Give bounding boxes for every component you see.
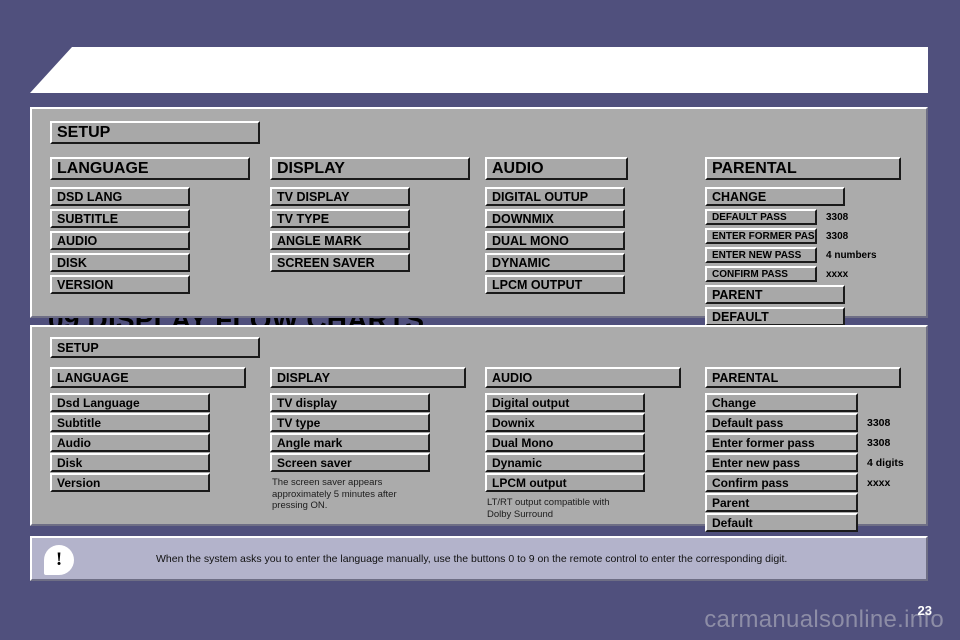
menu-item-audio[interactable]: AUDIO bbox=[50, 231, 190, 250]
watermark: carmanualsonline.info bbox=[704, 606, 944, 633]
menu-item-downmix[interactable]: DOWNMIX bbox=[485, 209, 625, 228]
menu-header-display[interactable]: DISPLAY bbox=[270, 157, 470, 180]
menu-item-confirm-pass[interactable]: Confirm pass bbox=[705, 473, 858, 492]
menu-item-dual-mono[interactable]: Dual Mono bbox=[485, 433, 645, 452]
menu-item-dynamic[interactable]: DYNAMIC bbox=[485, 253, 625, 272]
note-text: When the system asks you to enter the la… bbox=[156, 552, 788, 565]
menu-header-audio[interactable]: AUDIO bbox=[485, 157, 628, 180]
upper-flow-chart-panel: SETUP LANGUAGE DSD LANG SUBTITLE AUDIO DISK VE… bbox=[30, 107, 928, 326]
menu-value-enter-former-pass: 3308 bbox=[867, 437, 891, 449]
note-bar: ! When the system asks you to enter the … bbox=[30, 536, 928, 581]
menu-value-confirm-pass: xxxx bbox=[826, 268, 849, 280]
menu-item-tv-type[interactable]: TV type bbox=[270, 413, 430, 432]
exclamation-icon: ! bbox=[44, 545, 74, 575]
menu-item-tv-type[interactable]: TV TYPE bbox=[270, 209, 410, 228]
menu-item-version[interactable]: Version bbox=[50, 473, 210, 492]
menu-header-language[interactable]: LANGUAGE bbox=[50, 157, 250, 180]
menu-item-default[interactable]: DEFAULT bbox=[705, 307, 845, 326]
menu-item-angle-mark[interactable]: ANGLE MARK bbox=[270, 231, 410, 250]
menu-item-disk[interactable]: DISK bbox=[50, 253, 190, 272]
menu-item-digital-output[interactable]: Digital output bbox=[485, 393, 645, 412]
menu-header-parental[interactable]: PARENTAL bbox=[705, 157, 901, 180]
menu-header-language[interactable]: LANGUAGE bbox=[50, 367, 246, 388]
menu-root-setup[interactable]: SETUP bbox=[50, 121, 260, 144]
menu-value-enter-new-pass: 4 numbers bbox=[826, 249, 877, 261]
menu-item-dsd-lang[interactable]: DSD LANG bbox=[50, 187, 190, 206]
menu-item-downix[interactable]: Downix bbox=[485, 413, 645, 432]
menu-value-enter-new-pass: 4 digits bbox=[867, 457, 904, 469]
lower-flow-chart-panel: SETUP LANGUAGE Dsd Language Subtitle Audio Di… bbox=[30, 325, 928, 532]
menu-item-tv-display[interactable]: TV DISPLAY bbox=[270, 187, 410, 206]
page-number: 23 bbox=[917, 603, 932, 618]
menu-value-default-pass: 3308 bbox=[826, 211, 849, 223]
menu-item-default-pass[interactable]: DEFAULT PASS bbox=[705, 209, 817, 225]
menu-item-default[interactable]: Default bbox=[705, 513, 858, 532]
menu-item-confirm-pass[interactable]: CONFIRM PASS bbox=[705, 266, 817, 282]
menu-item-dual-mono[interactable]: DUAL MONO bbox=[485, 231, 625, 250]
menu-header-display[interactable]: DISPLAY bbox=[270, 367, 466, 388]
caption-note: The screen saver appears approximately 5… bbox=[272, 477, 397, 511]
menu-header-audio[interactable]: AUDIO bbox=[485, 367, 681, 388]
chapter-title-band bbox=[30, 47, 928, 93]
menu-item-screen-saver[interactable]: SCREEN SAVER bbox=[270, 253, 410, 272]
menu-item-change[interactable]: Change bbox=[705, 393, 858, 412]
menu-root-setup[interactable]: SETUP bbox=[50, 337, 260, 358]
menu-item-subtitle[interactable]: Subtitle bbox=[50, 413, 210, 432]
menu-item-disk[interactable]: Disk bbox=[50, 453, 210, 472]
menu-item-change[interactable]: CHANGE bbox=[705, 187, 845, 206]
menu-item-audio[interactable]: Audio bbox=[50, 433, 210, 452]
menu-item-angle-mark[interactable]: Angle mark bbox=[270, 433, 430, 452]
menu-item-enter-former-pass[interactable]: Enter former pass bbox=[705, 433, 858, 452]
menu-value-confirm-pass: xxxx bbox=[867, 477, 891, 489]
menu-item-dsd-language[interactable]: Dsd Language bbox=[50, 393, 210, 412]
menu-item-parent[interactable]: PARENT bbox=[705, 285, 845, 304]
menu-item-parent[interactable]: Parent bbox=[705, 493, 858, 512]
menu-value-enter-former-pass: 3308 bbox=[826, 230, 849, 242]
menu-item-dynamic[interactable]: Dynamic bbox=[485, 453, 645, 472]
menu-item-tv-display[interactable]: TV display bbox=[270, 393, 430, 412]
menu-header-parental[interactable]: PARENTAL bbox=[705, 367, 901, 388]
menu-item-subtitle[interactable]: SUBTITLE bbox=[50, 209, 190, 228]
menu-item-enter-former-pass[interactable]: ENTER FORMER PASS bbox=[705, 228, 817, 244]
menu-item-default-pass[interactable]: Default pass bbox=[705, 413, 858, 432]
caption-note: LT/RT output compatible with Dolby Surro… bbox=[487, 497, 610, 520]
menu-item-version[interactable]: VERSION bbox=[50, 275, 190, 294]
menu-item-enter-new-pass[interactable]: ENTER NEW PASS bbox=[705, 247, 817, 263]
menu-item-lpcm-output[interactable]: LPCM output bbox=[485, 473, 645, 492]
menu-item-digital-outup[interactable]: DIGITAL OUTUP bbox=[485, 187, 625, 206]
menu-item-screen-saver[interactable]: Screen saver bbox=[270, 453, 430, 472]
menu-item-enter-new-pass[interactable]: Enter new pass bbox=[705, 453, 858, 472]
menu-item-lpcm-output[interactable]: LPCM OUTPUT bbox=[485, 275, 625, 294]
menu-value-default-pass: 3308 bbox=[867, 417, 891, 429]
